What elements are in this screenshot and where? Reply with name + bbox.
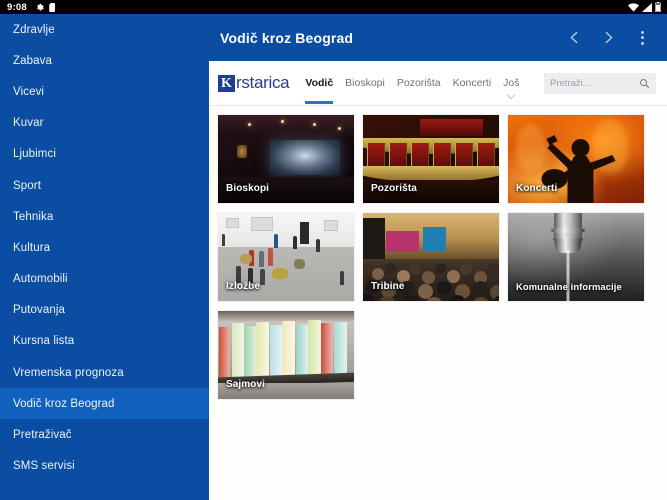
sidebar-item-tehnika[interactable]: Tehnika — [0, 201, 209, 232]
sidebar-item-label: Zabava — [13, 54, 52, 67]
search-input[interactable]: Pretraži... — [544, 72, 656, 94]
sidebar-item-pretrazivac[interactable]: Pretraživač — [0, 419, 209, 450]
app-bar-actions — [559, 22, 658, 53]
tab-pozorista[interactable]: Pozorišta — [397, 77, 441, 90]
sidebar-item-label: Kursna lista — [13, 335, 75, 348]
sidebar-item-kursna-lista[interactable]: Kursna lista — [0, 326, 209, 357]
card-label: Komunalne informacije — [516, 281, 622, 292]
sidebar-item-label: Vodič kroz Beograd — [13, 397, 115, 410]
chevron-down-icon — [507, 93, 516, 99]
sidebar-item-automobili[interactable]: Automobili — [0, 264, 209, 295]
wifi-icon — [628, 2, 639, 12]
sidebar-item-kuvar[interactable]: Kuvar — [0, 108, 209, 139]
sidebar-item-kultura[interactable]: Kultura — [0, 232, 209, 263]
webview: K rstarica Vodič Bioskopi Pozorišta Konc… — [209, 61, 667, 500]
navigation-drawer[interactable]: Zdravlje Zabava Vicevi Kuvar Ljubimci Sp… — [0, 14, 209, 500]
sidebar-item-vremenska-prognoza[interactable]: Vremenska prognoza — [0, 357, 209, 388]
sidebar-item-label: Tehnika — [13, 210, 54, 223]
tab-jos[interactable]: Još — [503, 76, 520, 99]
sd-card-icon — [49, 2, 55, 12]
card-bioskopi[interactable]: Bioskopi — [218, 115, 354, 203]
card-sajmovi[interactable]: Sajmovi — [218, 311, 354, 399]
sidebar-item-vodic-kroz-beograd[interactable]: Vodič kroz Beograd — [0, 388, 209, 420]
category-card-grid: Bioskopi Pozorišta Koncerti Izložbe Trib… — [209, 106, 667, 399]
card-label: Sajmovi — [226, 379, 266, 390]
sidebar-item-vicevi[interactable]: Vicevi — [0, 76, 209, 107]
search-placeholder: Pretraži... — [550, 77, 591, 89]
card-tribine[interactable]: Tribine — [363, 213, 499, 301]
sidebar-item-label: Automobili — [13, 273, 68, 286]
tab-vodic[interactable]: Vodič — [305, 77, 333, 104]
battery-icon — [655, 2, 661, 12]
sidebar-item-label: Putovanja — [13, 304, 66, 317]
card-label: Bioskopi — [226, 183, 270, 194]
card-label: Tribine — [371, 281, 405, 292]
card-label: Koncerti — [516, 183, 558, 194]
sidebar-item-label: Vremenska prognoza — [13, 366, 124, 379]
overflow-menu-button[interactable] — [627, 22, 658, 53]
status-bar-clock: 9:08 — [7, 1, 27, 13]
sidebar-item-label: Kuvar — [13, 117, 44, 130]
card-komunalne-informacije[interactable]: Komunalne informacije — [508, 213, 644, 301]
card-izlozbe[interactable]: Izložbe — [218, 213, 354, 301]
more-vertical-icon — [641, 30, 644, 45]
app-window: 9:08 Zdravlje Zabava Vicevi Kuvar Ljubim… — [0, 0, 667, 500]
status-bar-system-icons — [628, 2, 661, 12]
app-bar: Vodič kroz Beograd — [209, 14, 667, 61]
tab-jos-label: Još — [503, 76, 520, 89]
sidebar-item-putovanja[interactable]: Putovanja — [0, 295, 209, 326]
sidebar-item-label: Sport — [13, 179, 41, 192]
logo-mark: K — [218, 74, 235, 92]
tab-bioskopi[interactable]: Bioskopi — [345, 77, 385, 90]
sidebar-item-label: Pretraživač — [13, 429, 72, 442]
card-label: Izložbe — [226, 281, 261, 292]
sidebar-item-label: Ljubimci — [13, 148, 56, 161]
card-label: Pozorišta — [371, 183, 417, 194]
back-button[interactable] — [559, 22, 590, 53]
sidebar-item-zabava[interactable]: Zabava — [0, 45, 209, 76]
site-logo[interactable]: K rstarica — [218, 73, 290, 93]
sidebar-item-label: SMS servisi — [13, 460, 75, 473]
sidebar-item-sms-servisi[interactable]: SMS servisi — [0, 451, 209, 482]
tab-koncerti[interactable]: Koncerti — [453, 77, 492, 90]
search-icon[interactable] — [639, 78, 650, 89]
chevron-right-icon — [605, 31, 613, 44]
site-tabs[interactable]: Vodič Bioskopi Pozorišta Koncerti Još — [305, 76, 520, 104]
card-pozorista[interactable]: Pozorišta — [363, 115, 499, 203]
logo-text: rstarica — [236, 73, 290, 92]
forward-button[interactable] — [593, 22, 624, 53]
gear-icon — [36, 3, 44, 11]
sidebar-item-sport[interactable]: Sport — [0, 170, 209, 201]
sidebar-item-ljubimci[interactable]: Ljubimci — [0, 139, 209, 170]
sidebar-item-label: Vicevi — [13, 85, 45, 98]
card-koncerti[interactable]: Koncerti — [508, 115, 644, 203]
sidebar-item-label: Kultura — [13, 241, 51, 254]
site-header: K rstarica Vodič Bioskopi Pozorišta Konc… — [209, 61, 667, 106]
status-bar-notification-icons — [35, 2, 56, 12]
sidebar-item-zdravlje[interactable]: Zdravlje — [0, 14, 209, 45]
sidebar-item-label: Zdravlje — [13, 23, 55, 36]
main-content: Vodič kroz Beograd K rstarica Vodič Bios… — [209, 14, 667, 500]
page-title: Vodič kroz Beograd — [220, 29, 354, 46]
signal-icon — [642, 2, 652, 12]
status-bar: 9:08 — [0, 0, 667, 14]
chevron-left-icon — [570, 31, 578, 44]
audience-heads — [363, 252, 499, 301]
